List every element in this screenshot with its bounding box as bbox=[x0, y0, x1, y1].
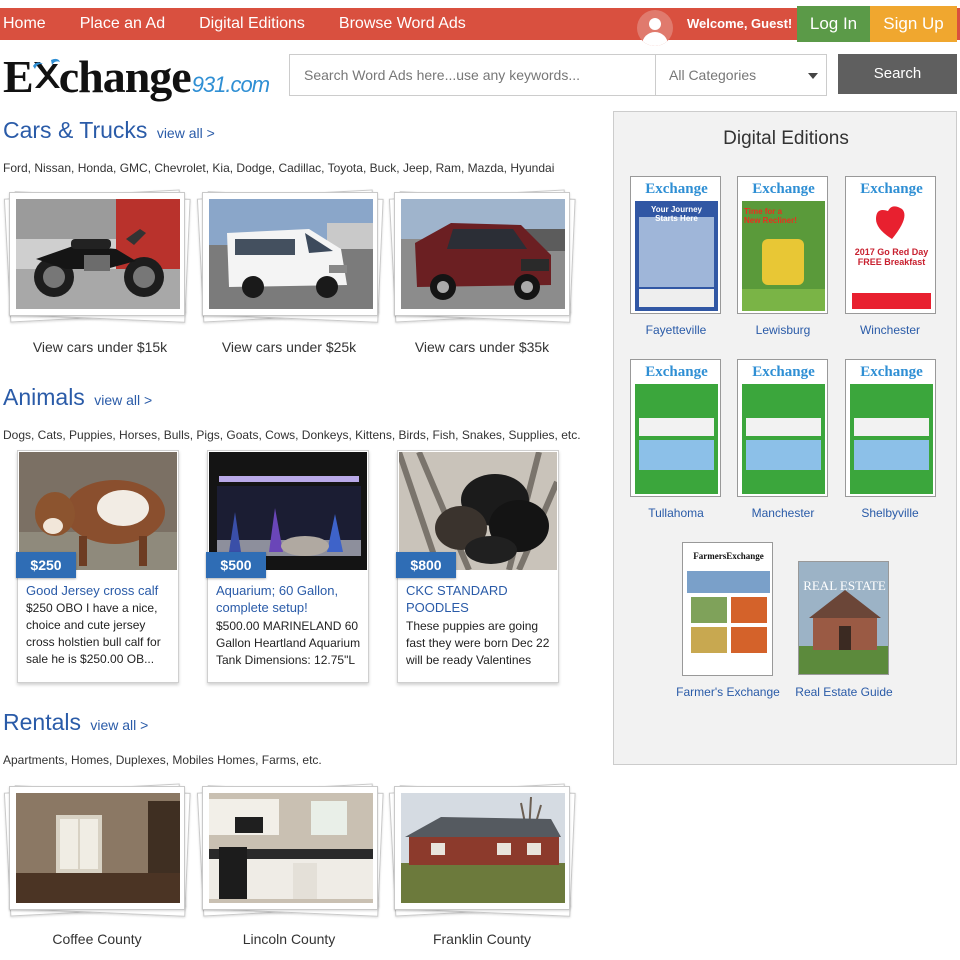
animal-card-desc: $250 OBO I have a nice, choice and cute … bbox=[26, 601, 161, 666]
signup-button[interactable]: Sign Up bbox=[870, 6, 957, 42]
logo-word: change bbox=[58, 51, 192, 102]
animals-title[interactable]: Animals bbox=[3, 384, 85, 410]
cover-brand: Exchange bbox=[752, 364, 815, 380]
cars-section-title: Cars & Trucks view all > bbox=[3, 117, 215, 144]
rentals-subtitle: Apartments, Homes, Duplexes, Mobiles Hom… bbox=[3, 753, 322, 767]
cars-title[interactable]: Cars & Trucks bbox=[3, 117, 147, 143]
cover-brand: Exchange bbox=[645, 181, 708, 197]
cover-winchester[interactable]: Exchange 2017 Go Red Day FREE Breakfast bbox=[845, 176, 936, 314]
cars-subtitle: Ford, Nissan, Honda, GMC, Chevrolet, Kia… bbox=[3, 161, 555, 175]
cover-headline: Your Journey Starts Here bbox=[651, 205, 702, 223]
animal-card-aquarium[interactable]: $500 Aquarium; 60 Gallon, complete setup… bbox=[206, 450, 369, 683]
motorcycle-photo bbox=[16, 199, 180, 309]
cars-25k-photo-stack[interactable] bbox=[196, 189, 384, 326]
nav-home[interactable]: Home bbox=[0, 8, 63, 40]
cars-15k-caption[interactable]: View cars under $15k bbox=[0, 339, 200, 355]
animals-section-title: Animals view all > bbox=[3, 384, 152, 411]
caret-down-icon bbox=[808, 73, 818, 79]
rentals-lincoln-caption[interactable]: Lincoln County bbox=[189, 931, 389, 947]
logo-domain: 931.com bbox=[191, 72, 270, 97]
cover-shelbyville[interactable]: Exchange bbox=[845, 359, 936, 497]
edition-tullahoma[interactable]: Tullahoma bbox=[616, 506, 736, 520]
nav-digital-editions[interactable]: Digital Editions bbox=[182, 8, 322, 40]
welcome-text: Welcome, Guest! bbox=[687, 16, 793, 31]
rentals-franklin-photo-stack[interactable] bbox=[388, 783, 576, 920]
search-input[interactable]: Search Word Ads here...use any keywords.… bbox=[289, 54, 656, 96]
category-selected-value: All Categories bbox=[669, 67, 757, 83]
red-suv-photo bbox=[401, 199, 565, 309]
search-button[interactable]: Search bbox=[838, 54, 957, 94]
nav-browse-word-ads[interactable]: Browse Word Ads bbox=[322, 8, 483, 40]
room-interior-photo bbox=[16, 793, 180, 903]
animal-card-desc: $500.00 MARINELAND 60 Gallon Heartland A… bbox=[216, 619, 361, 667]
white-van-photo bbox=[209, 199, 373, 309]
cover-brand: Exchange bbox=[860, 364, 923, 380]
cover-brand: Exchange bbox=[860, 181, 923, 197]
rentals-section-title: Rentals view all > bbox=[3, 709, 148, 736]
kitchen-photo bbox=[209, 793, 373, 903]
logo-letter-e: E bbox=[3, 51, 34, 102]
login-button[interactable]: Log In bbox=[797, 6, 870, 42]
animal-card-title[interactable]: CKC STANDARD POODLES bbox=[406, 582, 554, 616]
digital-editions-title: Digital Editions bbox=[723, 128, 849, 149]
cover-headline: Time for a New Recliner! bbox=[744, 207, 797, 225]
brick-house-photo bbox=[401, 793, 565, 903]
cars-15k-photo-stack[interactable] bbox=[3, 189, 191, 326]
cars-25k-caption[interactable]: View cars under $25k bbox=[189, 339, 389, 355]
cover-lewisburg[interactable]: Exchange Time for a New Recliner! bbox=[737, 176, 828, 314]
edition-lewisburg[interactable]: Lewisburg bbox=[723, 323, 843, 337]
animal-card-desc: These puppies are going fast they were b… bbox=[406, 619, 550, 667]
animal-card-poodles[interactable]: $800 CKC STANDARD POODLES These puppies … bbox=[396, 450, 559, 683]
digital-editions-panel: Digital Editions Exchange Your Journey S… bbox=[613, 111, 957, 765]
nav-place-an-ad[interactable]: Place an Ad bbox=[63, 8, 182, 40]
animal-card-title[interactable]: Aquarium; 60 Gallon, complete setup! bbox=[216, 582, 364, 616]
logo-x-icon bbox=[31, 56, 61, 92]
rentals-coffee-photo-stack[interactable] bbox=[3, 783, 191, 920]
cover-brand: FarmersExchange bbox=[693, 551, 764, 561]
cars-view-all-link[interactable]: view all > bbox=[157, 125, 215, 141]
edition-farmers-exchange[interactable]: Farmer's Exchange bbox=[668, 685, 788, 699]
rentals-franklin-caption[interactable]: Franklin County bbox=[382, 931, 582, 947]
animal-card-title[interactable]: Good Jersey cross calf bbox=[26, 582, 174, 599]
edition-manchester[interactable]: Manchester bbox=[723, 506, 843, 520]
rentals-view-all-link[interactable]: view all > bbox=[90, 717, 148, 733]
animals-subtitle: Dogs, Cats, Puppies, Horses, Bulls, Pigs… bbox=[3, 428, 581, 442]
cover-tullahoma[interactable]: Exchange bbox=[630, 359, 721, 497]
cover-brand: REAL ESTATE bbox=[803, 578, 886, 593]
rentals-title[interactable]: Rentals bbox=[3, 709, 81, 735]
price-badge: $500 bbox=[206, 552, 266, 578]
cover-fayetteville[interactable]: Exchange Your Journey Starts Here bbox=[630, 176, 721, 314]
price-badge: $800 bbox=[396, 552, 456, 578]
price-badge: $250 bbox=[16, 552, 76, 578]
category-select[interactable]: All Categories bbox=[656, 54, 827, 96]
edition-shelbyville[interactable]: Shelbyville bbox=[830, 506, 950, 520]
cover-manchester[interactable]: Exchange bbox=[737, 359, 828, 497]
cars-35k-caption[interactable]: View cars under $35k bbox=[382, 339, 582, 355]
rentals-lincoln-photo-stack[interactable] bbox=[196, 783, 384, 920]
animals-view-all-link[interactable]: view all > bbox=[94, 392, 152, 408]
cover-headline: 2017 Go Red Day FREE Breakfast bbox=[854, 247, 929, 267]
edition-real-estate-guide[interactable]: Real Estate Guide bbox=[784, 685, 904, 699]
animal-card-calf[interactable]: $250 Good Jersey cross calf $250 OBO I h… bbox=[16, 450, 179, 683]
cover-brand: Exchange bbox=[645, 364, 708, 380]
cover-real-estate-guide[interactable]: REAL ESTATE bbox=[798, 561, 889, 675]
edition-fayetteville[interactable]: Fayetteville bbox=[616, 323, 736, 337]
rentals-coffee-caption[interactable]: Coffee County bbox=[0, 931, 197, 947]
cover-brand: Exchange bbox=[752, 181, 815, 197]
site-logo[interactable]: E change 931.com bbox=[3, 50, 270, 102]
edition-winchester[interactable]: Winchester bbox=[830, 323, 950, 337]
user-avatar-icon[interactable] bbox=[637, 10, 673, 46]
cars-35k-photo-stack[interactable] bbox=[388, 189, 576, 326]
cover-farmers-exchange[interactable]: FarmersExchange bbox=[682, 542, 773, 676]
